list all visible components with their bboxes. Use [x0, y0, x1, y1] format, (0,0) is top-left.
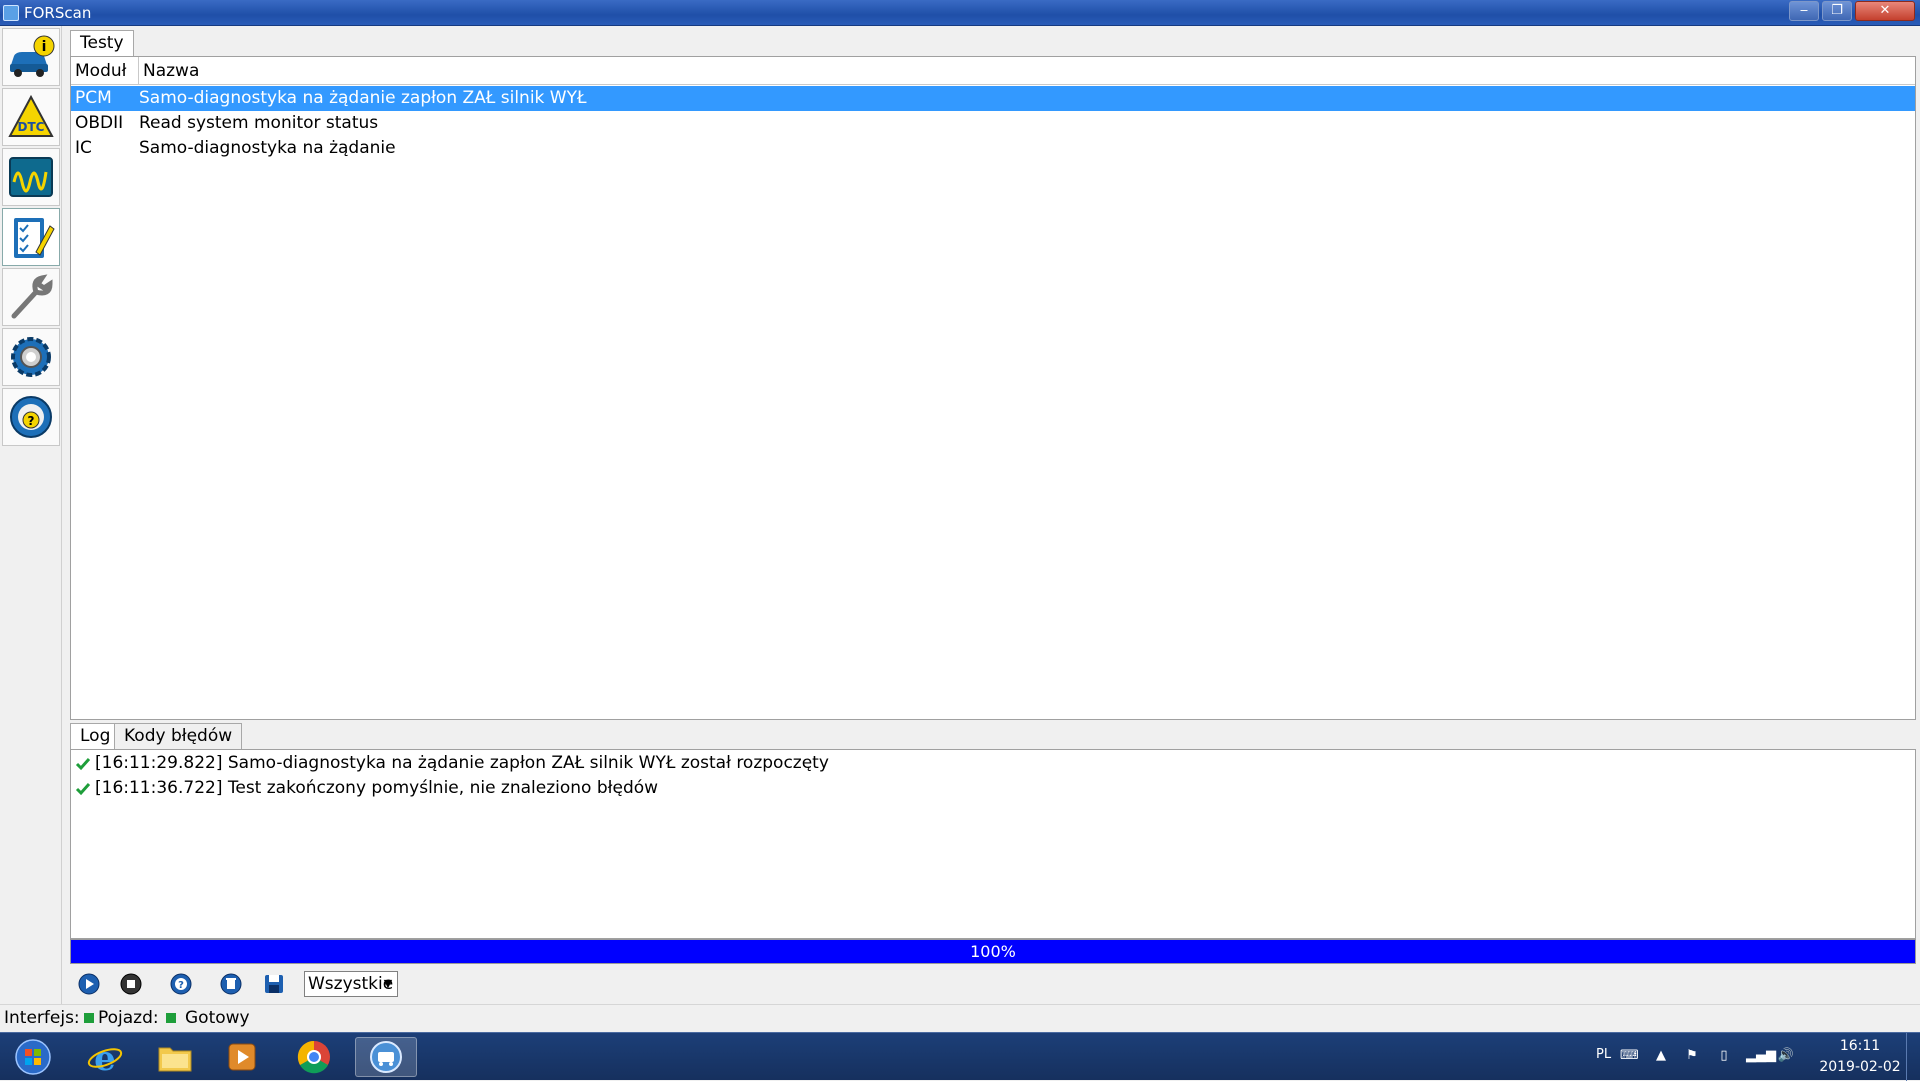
battery-icon[interactable]: ▯ [1715, 1047, 1733, 1065]
vehicle-status-label: Pojazd: [98, 1008, 159, 1028]
taskbar-internet-explorer[interactable]: e [78, 1037, 132, 1077]
nav-vehicle-info-button[interactable]: i [2, 28, 60, 86]
nav-help-button[interactable]: ? [2, 388, 60, 446]
clear-log-button[interactable] [217, 970, 245, 998]
forscan-taskbar-icon [370, 1041, 402, 1073]
dtc-warning-icon: DTC [8, 94, 54, 137]
column-header-module[interactable]: Moduł [71, 57, 139, 85]
row-test-name: Read system monitor status [139, 113, 379, 133]
checkmark-icon [75, 757, 91, 770]
log-line-text: [16:11:29.822] Samo-diagnostyka na żądan… [95, 753, 829, 773]
row-module: IC [75, 138, 92, 158]
taskbar-chrome[interactable] [287, 1037, 341, 1077]
keyboard-icon[interactable]: ⌨ [1620, 1047, 1639, 1065]
clock-time[interactable]: 16:11 [1820, 1038, 1900, 1054]
progress-label: 100% [970, 942, 1016, 961]
taskbar: e PL ⌨ ▲ ⚑ ▯ ▂▄▆ 🔊 16:11 2019-02-02 [0, 1032, 1920, 1081]
windows-start-icon [15, 1039, 51, 1075]
nav-service-button[interactable] [2, 268, 60, 326]
tab-error-codes[interactable]: Kody błędów [114, 723, 243, 749]
taskbar-forscan[interactable] [355, 1037, 417, 1077]
log-line-text: [16:11:36.722] Test zakończony pomyślnie… [95, 778, 659, 798]
checkmark-icon [75, 782, 91, 795]
volume-icon[interactable]: 🔊 [1777, 1047, 1795, 1065]
row-test-name: Samo-diagnostyka na żądanie [139, 138, 396, 158]
nav-tests-button[interactable] [2, 208, 60, 266]
chevron-down-icon: ▼ [383, 977, 393, 990]
save-disk-icon [265, 975, 283, 993]
tests-table: Moduł Nazwa PCM Samo-diagnostyka na żądan… [70, 56, 1916, 720]
title-bar[interactable]: FORScan ‒ ❐ ✕ [0, 0, 1920, 26]
network-signal-icon[interactable]: ▂▄▆ [1746, 1047, 1776, 1065]
main-toolbar: i DTC ? [0, 26, 62, 1022]
table-row[interactable]: PCM Samo-diagnostyka na żądanie zapłon ZA… [71, 86, 1915, 111]
stop-icon [120, 973, 142, 995]
tab-log[interactable]: Log [70, 723, 121, 749]
log-line: [16:11:36.722] Test zakończony pomyślnie… [75, 776, 658, 801]
row-test-name: Samo-diagnostyka na żądanie zapłon ZAŁ s… [139, 88, 587, 108]
taskbar-media-player[interactable] [215, 1037, 269, 1077]
status-bar: Interfejs: Pojazd: Gotowy [0, 1004, 1920, 1030]
clock-date[interactable]: 2019-02-02 [1810, 1059, 1910, 1075]
tray-expand-icon[interactable]: ▲ [1652, 1047, 1670, 1065]
tests-table-header: Moduł Nazwa [71, 57, 1915, 85]
gear-icon [11, 337, 51, 377]
log-panel: [16:11:29.822] Samo-diagnostyka na żądan… [70, 749, 1916, 939]
column-header-name[interactable]: Nazwa [139, 57, 1915, 85]
restore-button[interactable]: ❐ [1822, 1, 1852, 21]
tray-language[interactable]: PL [1596, 1047, 1611, 1062]
svg-text:i: i [42, 39, 47, 55]
start-button[interactable] [6, 1037, 60, 1077]
vehicle-status-indicator [166, 1013, 176, 1023]
car-info-icon: i [10, 35, 55, 77]
folder-icon [158, 1047, 192, 1072]
svg-text:DTC: DTC [18, 120, 45, 134]
wrench-icon [11, 274, 53, 319]
tab-tests[interactable]: Testy [70, 30, 134, 56]
row-module: OBDII [75, 113, 124, 133]
run-button[interactable] [75, 970, 103, 998]
nav-settings-button[interactable] [2, 328, 60, 386]
save-log-button[interactable] [260, 970, 288, 998]
window-title: FORScan [24, 4, 92, 22]
svg-text:e: e [94, 1039, 116, 1076]
stop-button[interactable] [117, 970, 145, 998]
checklist-icon [14, 218, 55, 258]
steering-help-icon: ? [10, 396, 52, 438]
log-filter-select[interactable]: Wszystkie ▼ [304, 971, 398, 997]
nav-live-data-button[interactable] [2, 148, 60, 206]
table-row[interactable]: IC Samo-diagnostyka na żądanie [71, 136, 1915, 161]
interface-status-label: Interfejs: [4, 1008, 80, 1028]
table-row[interactable]: OBDII Read system monitor status [71, 111, 1915, 136]
svg-text:?: ? [28, 414, 35, 428]
interface-status-indicator [84, 1013, 94, 1023]
action-center-flag-icon[interactable]: ⚑ [1683, 1047, 1701, 1065]
svg-text:?: ? [178, 980, 184, 991]
chrome-icon [297, 1040, 330, 1074]
progress-bar: 100% [70, 939, 1916, 964]
forscan-app-icon [3, 5, 19, 21]
minimize-button[interactable]: ‒ [1789, 1, 1819, 21]
nav-dtc-button[interactable]: DTC [2, 88, 60, 146]
internet-explorer-icon: e [87, 1039, 123, 1076]
taskbar-file-explorer[interactable] [148, 1037, 202, 1077]
help-icon: ? [170, 973, 192, 995]
oscilloscope-icon [9, 157, 53, 197]
media-player-icon [228, 1043, 256, 1071]
play-icon [78, 973, 100, 995]
show-desktop-button[interactable] [1906, 1033, 1920, 1081]
close-button[interactable]: ✕ [1855, 1, 1915, 21]
log-line: [16:11:29.822] Samo-diagnostyka na żądan… [75, 751, 829, 776]
ready-status-text: Gotowy [185, 1008, 250, 1028]
row-module: PCM [75, 88, 112, 108]
test-help-button[interactable]: ? [167, 970, 195, 998]
trash-icon [220, 973, 242, 995]
